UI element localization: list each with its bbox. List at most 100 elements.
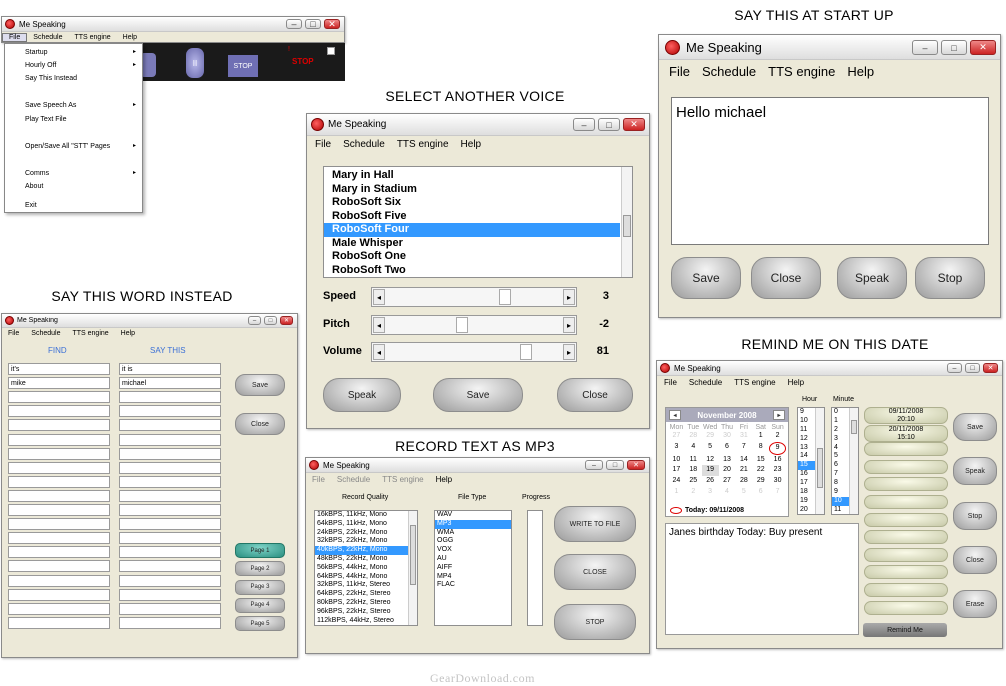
menu-schedule[interactable]: Schedule [331,475,376,484]
maximize-icon[interactable]: □ [264,316,277,325]
hour-item[interactable]: 15 [798,461,815,471]
menu-item-exit[interactable]: Exit [25,202,37,209]
calendar-day[interactable]: 4 [719,487,736,498]
calendar[interactable]: ◂ November 2008 ▸ Mon Tue Wed Thu Fri Sat Sun 2… [665,407,789,517]
calendar-day[interactable]: 11 [685,455,702,466]
calendar-day[interactable]: 28 [685,431,702,442]
voice-list-item[interactable]: RoboSoft Four [324,223,620,237]
say-this-field[interactable] [119,489,221,502]
menu-file[interactable]: File [663,64,696,79]
find-field[interactable] [8,461,110,474]
startup-text-area[interactable]: Hello michael [671,97,989,245]
schedule-item[interactable] [864,495,948,509]
calendar-day[interactable]: 7 [769,487,786,498]
menu-item-save-speech[interactable]: Save Speech As [25,102,76,109]
schedule-item[interactable] [864,583,948,597]
schedule-item[interactable] [864,459,948,474]
calendar-day[interactable]: 30 [769,476,786,487]
menu-schedule[interactable]: Schedule [683,378,728,387]
schedule-item[interactable] [864,565,948,580]
remind-message[interactable]: Janes birthday Today: Buy present [665,523,859,635]
minimize-icon[interactable]: – [947,363,962,373]
calendar-day[interactable]: 31 [735,431,752,442]
hour-item[interactable]: 14 [798,452,815,461]
calendar-day[interactable]: 1 [752,431,769,442]
minimize-icon[interactable]: – [585,460,603,470]
calendar-day[interactable]: 3 [668,442,685,455]
voice-list-item[interactable]: RoboSoft Two [324,264,620,278]
speak-button[interactable]: Speak [837,257,907,299]
hour-item[interactable]: 13 [798,444,815,453]
calendar-day[interactable]: 29 [752,476,769,487]
minute-item[interactable]: 0 [832,408,849,417]
save-button[interactable]: Save [671,257,741,299]
menu-item-say-instead[interactable]: Say This Instead [25,75,77,82]
maximize-icon[interactable]: □ [606,460,624,470]
voice-list-item[interactable]: Male Whisper [324,237,620,251]
schedule-item[interactable] [864,442,948,457]
menu-help[interactable]: Help [117,34,143,41]
minimize-icon[interactable]: – [573,118,595,131]
maximize-icon[interactable]: □ [965,363,980,373]
quality-item[interactable]: 80kBPS, 22kHz, Stereo [315,599,408,608]
file-type-item[interactable]: FLAC [435,581,511,590]
schedule-item[interactable]: 20/11/2008 15:10 [864,424,948,442]
minute-item[interactable]: 2 [832,426,849,435]
close-button[interactable]: Close [235,413,285,435]
write-to-file-button[interactable]: WRITE TO FILE [554,506,636,542]
close-button[interactable]: CLOSE [554,554,636,590]
minimize-icon[interactable]: – [286,19,302,29]
slider-right-arrow-icon[interactable]: ▸ [563,317,575,333]
say-this-field[interactable] [119,475,221,488]
close-button[interactable]: Close [751,257,821,299]
hour-item[interactable]: 18 [798,488,815,497]
calendar-day[interactable]: 13 [719,455,736,466]
voice-list-item[interactable]: RoboSoft Six [324,196,620,210]
stop-button[interactable]: Stop [915,257,985,299]
say-this-field[interactable] [119,560,221,573]
file-type-item[interactable]: WAV [435,511,511,520]
say-this-field[interactable] [119,504,221,516]
slider-left-arrow-icon[interactable]: ◂ [373,289,385,305]
calendar-day[interactable]: 20 [719,465,736,476]
menu-item-about[interactable]: About [25,183,43,190]
menu-item-hourly-off[interactable]: Hourly Off [25,62,56,69]
find-field[interactable] [8,560,110,573]
minute-item[interactable]: 11 [832,506,849,514]
maximize-icon[interactable]: □ [305,19,321,29]
say-this-field[interactable] [119,602,221,615]
slider-left-arrow-icon[interactable]: ◂ [373,317,385,333]
say-this-field[interactable] [119,461,221,474]
prev-month-icon[interactable]: ◂ [669,410,681,420]
calendar-day[interactable]: 24 [668,476,685,487]
menu-tts[interactable]: TTS engine [391,139,455,150]
find-field[interactable] [8,616,110,629]
calendar-day[interactable]: 1 [668,487,685,498]
say-this-field[interactable] [119,433,221,446]
file-type-item[interactable]: AU [435,555,511,564]
file-type-item[interactable]: VOX [435,546,511,555]
file-type-list[interactable]: WAV MP3 WMA OGG VOX AU AIFF MP4 FLAC [434,510,512,626]
stop-button[interactable]: STOP [554,604,636,640]
menu-help[interactable]: Help [115,330,141,337]
calendar-day[interactable]: 5 [702,442,719,455]
calendar-day[interactable]: 12 [702,455,719,466]
slider-thumb[interactable] [498,289,511,305]
calendar-day[interactable]: 28 [735,476,752,487]
minimize-icon[interactable]: – [912,40,938,55]
calendar-day[interactable]: 9 [769,441,786,455]
voice-list-item[interactable]: Mary in Stadium [324,183,620,197]
maximize-icon[interactable]: □ [598,118,620,131]
hour-item[interactable]: 16 [798,470,815,479]
save-button[interactable]: Save [235,374,285,396]
slider-right-arrow-icon[interactable]: ▸ [563,289,575,305]
today-label[interactable]: Today: 09/11/2008 [685,507,744,514]
minute-item[interactable]: 9 [832,488,849,497]
close-icon[interactable]: ✕ [627,460,645,470]
menu-tts[interactable]: TTS engine [68,34,116,41]
quality-item[interactable]: 64kBPS, 22kHz, Stereo [315,590,408,599]
slider-right-arrow-icon[interactable]: ▸ [563,344,575,360]
page-button[interactable]: Page 1 [235,543,285,558]
minute-item[interactable]: 7 [832,470,849,479]
slider-thumb[interactable] [520,344,533,360]
